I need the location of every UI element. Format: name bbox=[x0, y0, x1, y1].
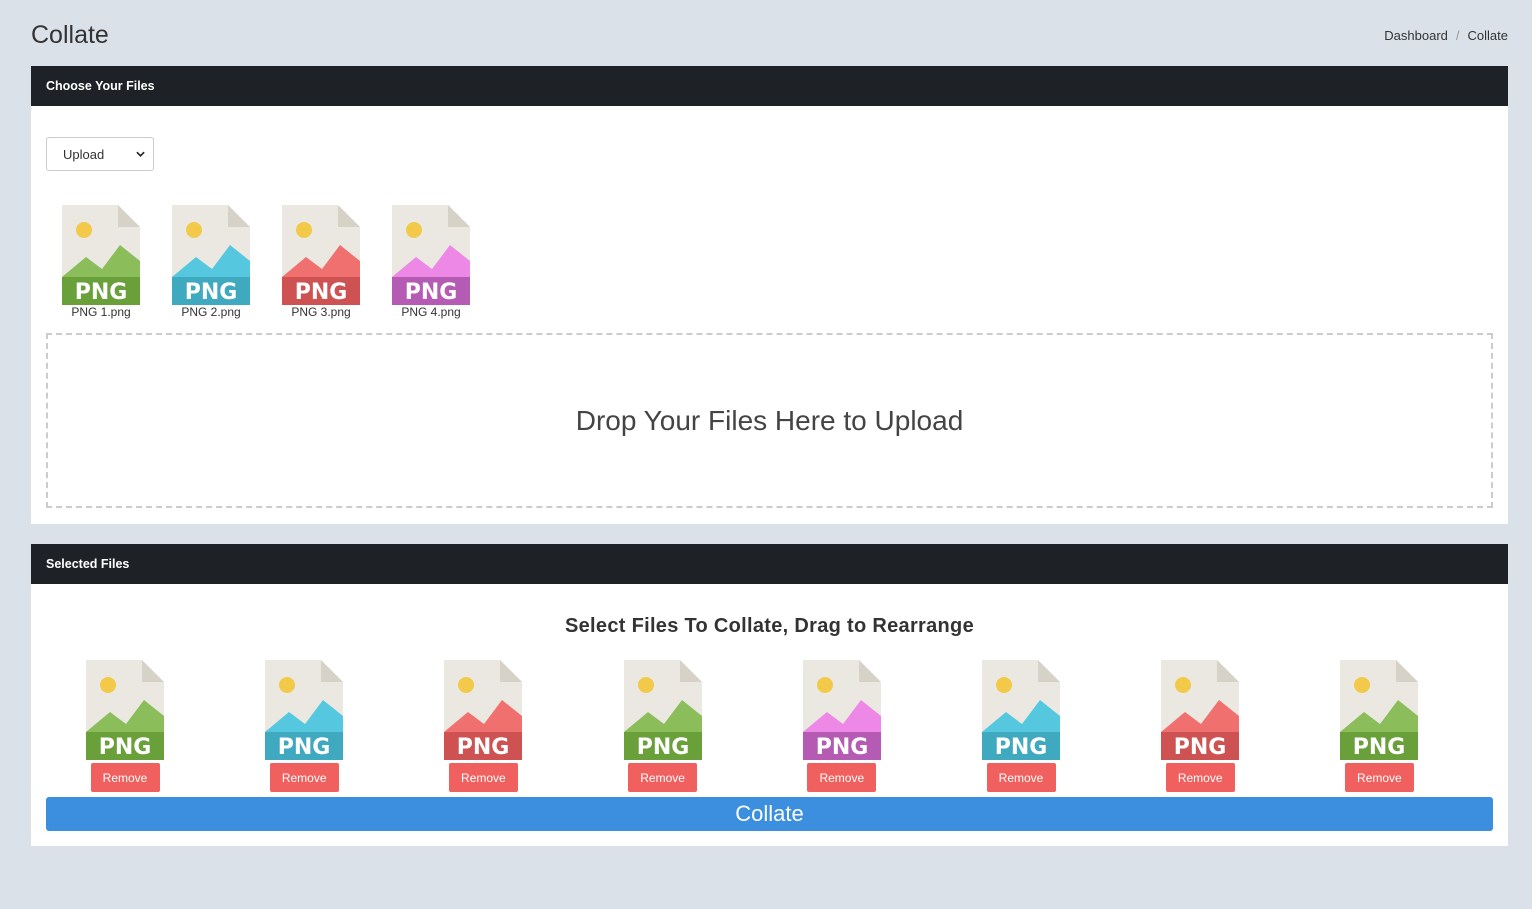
svg-text:PNG: PNG bbox=[75, 280, 128, 305]
selected-file-item[interactable]: PNG Remove bbox=[1155, 660, 1245, 792]
svg-text:PNG: PNG bbox=[405, 280, 458, 305]
selected-files-header: Selected Files bbox=[31, 544, 1508, 584]
drop-zone-text: Drop Your Files Here to Upload bbox=[575, 404, 964, 436]
uploaded-file-name: PNG 2.png bbox=[181, 305, 241, 319]
svg-text:PNG: PNG bbox=[457, 735, 510, 760]
uploaded-file-name: PNG 4.png bbox=[401, 305, 461, 319]
chevron-down-icon bbox=[136, 151, 145, 157]
collate-button[interactable]: Collate bbox=[46, 797, 1493, 831]
svg-text:PNG: PNG bbox=[636, 735, 689, 760]
png-file-icon: PNG bbox=[1161, 660, 1240, 760]
selected-file-item[interactable]: PNG Remove bbox=[797, 660, 887, 792]
uploaded-file-item[interactable]: PNG PNG 1.png bbox=[56, 205, 146, 319]
remove-button[interactable]: Remove bbox=[1165, 763, 1235, 792]
selected-file-item[interactable]: PNG Remove bbox=[618, 660, 708, 792]
png-file-icon: PNG bbox=[444, 660, 523, 760]
source-select-value: Upload bbox=[63, 146, 105, 162]
page-title: Collate bbox=[31, 20, 109, 49]
png-file-icon: PNG bbox=[282, 205, 360, 305]
uploaded-file-item[interactable]: PNG PNG 4.png bbox=[386, 205, 476, 319]
choose-files-header: Choose Your Files bbox=[31, 66, 1508, 106]
svg-text:PNG: PNG bbox=[278, 735, 331, 760]
remove-button[interactable]: Remove bbox=[269, 763, 339, 792]
remove-button[interactable]: Remove bbox=[807, 763, 877, 792]
uploaded-file-name: PNG 3.png bbox=[291, 305, 351, 319]
svg-text:PNG: PNG bbox=[1174, 735, 1227, 760]
selected-files-title: Select Files To Collate, Drag to Rearran… bbox=[564, 615, 974, 637]
png-file-icon: PNG bbox=[392, 205, 470, 305]
svg-text:PNG: PNG bbox=[295, 280, 348, 305]
png-file-icon: PNG bbox=[982, 660, 1060, 760]
remove-button[interactable]: Remove bbox=[628, 763, 698, 792]
uploaded-file-name: PNG 1.png bbox=[71, 305, 131, 319]
selected-file-item[interactable]: PNG Remove bbox=[976, 660, 1066, 792]
selected-file-item[interactable]: PNG Remove bbox=[1334, 660, 1424, 792]
svg-text:PNG: PNG bbox=[1353, 735, 1406, 760]
remove-button[interactable]: Remove bbox=[448, 763, 518, 792]
breadcrumb-dashboard[interactable]: Dashboard bbox=[1384, 28, 1448, 43]
svg-text:PNG: PNG bbox=[816, 735, 869, 760]
png-file-icon: PNG bbox=[62, 205, 140, 305]
png-file-icon: PNG bbox=[1340, 660, 1419, 760]
remove-button[interactable]: Remove bbox=[90, 763, 160, 792]
breadcrumb: Dashboard / Collate bbox=[1384, 28, 1508, 43]
drop-zone[interactable]: Drop Your Files Here to Upload bbox=[46, 333, 1493, 508]
selected-files-card: Selected Files Select Files To Collate, … bbox=[31, 544, 1508, 846]
selected-file-item[interactable]: PNG Remove bbox=[259, 660, 349, 792]
png-file-icon: PNG bbox=[802, 660, 881, 760]
remove-button[interactable]: Remove bbox=[986, 763, 1056, 792]
png-file-icon: PNG bbox=[172, 205, 250, 305]
svg-text:PNG: PNG bbox=[995, 735, 1048, 760]
remove-button[interactable]: Remove bbox=[1344, 763, 1414, 792]
page-header: Collate Dashboard / Collate bbox=[31, 0, 1508, 66]
svg-text:PNG: PNG bbox=[185, 280, 238, 305]
breadcrumb-separator: / bbox=[1455, 27, 1460, 43]
source-select[interactable]: Upload bbox=[46, 137, 154, 171]
choose-files-card: Choose Your Files Upload PNG PNG 1.png P… bbox=[31, 66, 1508, 524]
selected-file-item[interactable]: PNG Remove bbox=[80, 660, 170, 792]
svg-text:PNG: PNG bbox=[99, 735, 152, 760]
uploaded-file-item[interactable]: PNG PNG 3.png bbox=[276, 205, 366, 319]
selected-file-item[interactable]: PNG Remove bbox=[438, 660, 528, 792]
png-file-icon: PNG bbox=[86, 660, 164, 760]
breadcrumb-current: Collate bbox=[1467, 27, 1508, 43]
png-file-icon: PNG bbox=[265, 660, 344, 760]
uploaded-file-item[interactable]: PNG PNG 2.png bbox=[166, 205, 256, 319]
png-file-icon: PNG bbox=[623, 660, 702, 760]
